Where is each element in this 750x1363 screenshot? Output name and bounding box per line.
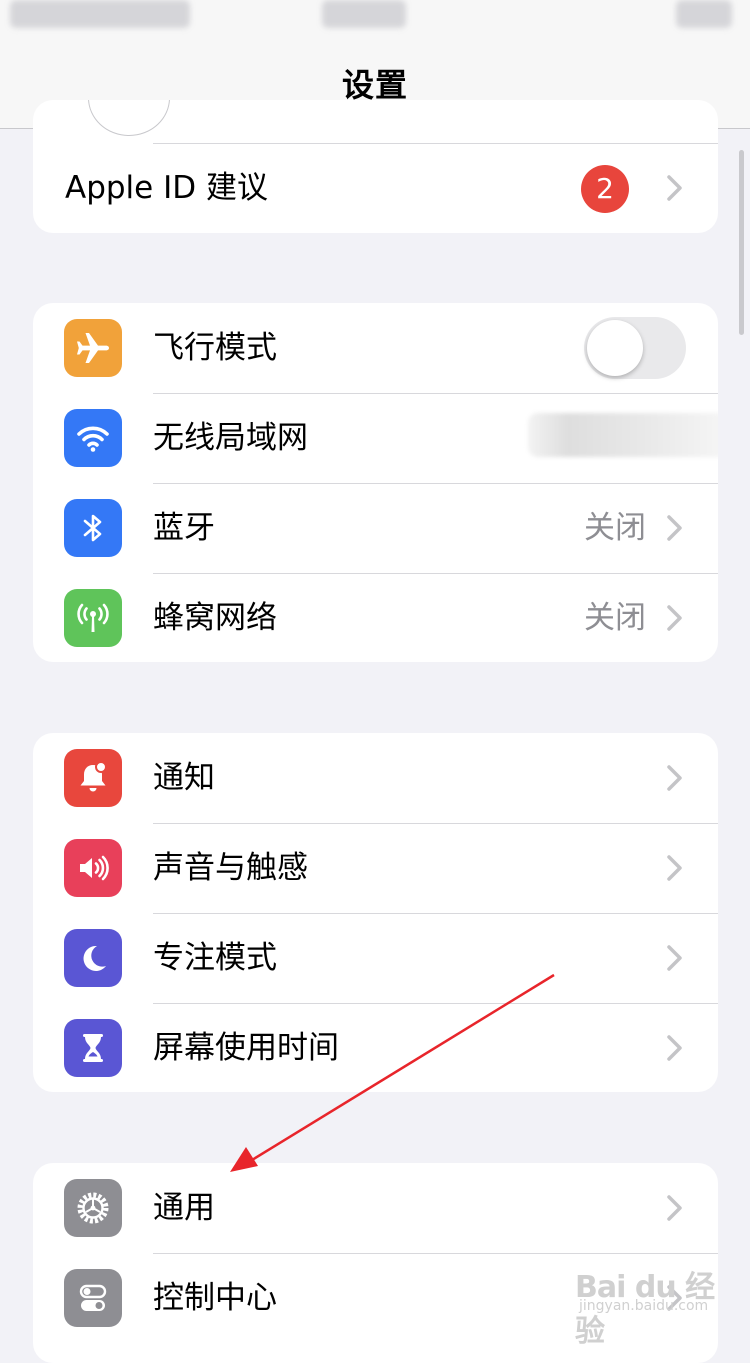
row-value: 关闭 [584,510,646,546]
general-row[interactable]: 通用 [33,1163,718,1253]
chevron-right-icon [667,1195,682,1221]
row-value: 关闭 [584,600,646,636]
status-bar-blurred [10,0,190,28]
status-bar-blurred [676,0,732,28]
divider [153,823,718,824]
bluetooth-row[interactable]: 蓝牙 关闭 [33,483,718,573]
connectivity-group: 飞行模式 无线局域网 蓝牙 关闭 蜂窝网络 关闭 [33,303,718,662]
row-label: 蓝牙 [153,510,215,546]
row-label: Apple ID 建议 [65,170,268,206]
row-label: 屏幕使用时间 [153,1030,339,1066]
chevron-right-icon [667,855,682,881]
avatar [88,100,170,136]
airplane-icon [64,319,122,377]
divider [153,573,718,574]
watermark-url: jingyan.baidu.com [579,1298,709,1314]
row-label: 专注模式 [153,940,277,976]
gear-icon [64,1179,122,1237]
cellular-icon [64,589,122,647]
network-name-blurred [528,413,718,457]
apple-id-suggestions-row[interactable]: Apple ID 建议 2 [33,143,718,233]
chevron-right-icon [667,1035,682,1061]
row-label: 蜂窝网络 [153,600,277,636]
chevron-right-icon [667,605,682,631]
divider [153,143,718,144]
speaker-icon [64,839,122,897]
focus-mode-row[interactable]: 专注模式 [33,913,718,1003]
sounds-haptics-row[interactable]: 声音与触感 [33,823,718,913]
status-bar-blurred [322,0,406,28]
notification-badge: 2 [581,165,629,213]
notifications-row[interactable]: 通知 [33,733,718,823]
chevron-right-icon [667,765,682,791]
cellular-row[interactable]: 蜂窝网络 关闭 [33,573,718,662]
watermark: Bai du 经验 jingyan.baidu.com [575,1262,715,1349]
divider [153,1003,718,1004]
toggle-knob [587,320,643,376]
divider [153,913,718,914]
row-label: 声音与触感 [153,850,308,886]
bluetooth-icon [64,499,122,557]
row-label: 通用 [153,1190,215,1226]
chevron-right-icon [667,945,682,971]
notifications-group: 通知 声音与触感 专注模式 屏幕使用时间 [33,733,718,1092]
row-label: 通知 [153,760,215,796]
row-label: 无线局域网 [153,420,308,456]
airplane-mode-toggle[interactable] [584,317,686,379]
divider [153,1253,718,1254]
divider [153,483,718,484]
switches-icon [64,1269,122,1327]
wifi-row[interactable]: 无线局域网 [33,393,718,483]
apple-id-group: Apple ID 建议 2 [33,100,718,233]
scrollbar[interactable] [739,150,744,335]
notification-bell-icon [64,749,122,807]
wifi-icon [64,409,122,467]
airplane-mode-row: 飞行模式 [33,303,718,393]
moon-icon [64,929,122,987]
chevron-right-icon [667,175,682,201]
row-label: 飞行模式 [153,330,277,366]
screen-time-row[interactable]: 屏幕使用时间 [33,1003,718,1092]
chevron-right-icon [667,515,682,541]
hourglass-icon [64,1019,122,1077]
divider [153,393,718,394]
row-label: 控制中心 [153,1280,277,1316]
